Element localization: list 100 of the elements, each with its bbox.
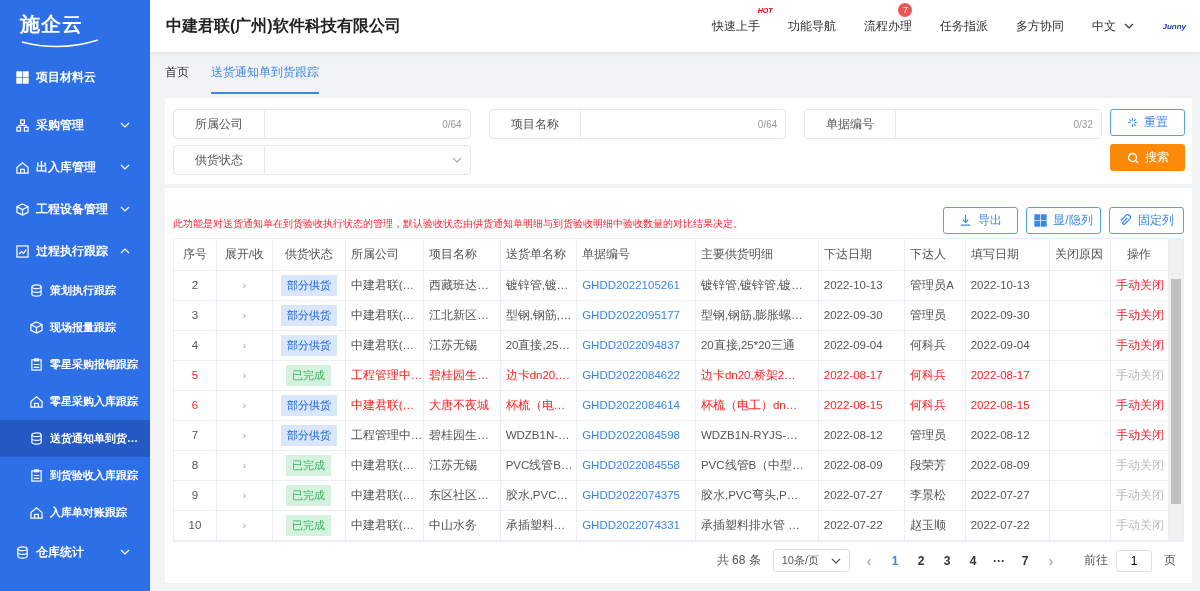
table-cell: 20直接,25…	[505, 338, 570, 351]
expand-toggle[interactable]: ›	[242, 399, 247, 411]
close-action-link[interactable]: 手动关闭	[1115, 338, 1164, 351]
nav-link[interactable]: 快速上手	[712, 17, 761, 35]
table-cell: 中山水务	[429, 518, 478, 531]
page-button[interactable]: ···	[992, 553, 1006, 568]
select-field[interactable]: 供货状态	[173, 145, 471, 175]
page-tab[interactable]: 首页	[165, 52, 189, 94]
scrollbar[interactable]	[1169, 239, 1183, 541]
input-field[interactable]: 项目名称 0/64	[488, 109, 787, 139]
nav-link[interactable]: 流程办理	[864, 17, 913, 35]
table-cell: 中建君联(…	[350, 278, 414, 291]
table-cell: 2022-08-17	[823, 369, 883, 381]
table-cell: 2022-09-30	[823, 309, 883, 321]
table-cell: 江北新区…	[429, 308, 489, 321]
page-size-select[interactable]: 10条/页	[772, 549, 850, 572]
document-link[interactable]: GHDD2022095177	[582, 309, 680, 321]
page-button[interactable]: 2	[914, 553, 928, 568]
table-cell: 2022-07-27	[970, 489, 1030, 501]
toolbar-button[interactable]: 显/隐列	[1026, 207, 1101, 234]
table-cell: 工程管理中…	[350, 428, 423, 441]
sidebar-subitem[interactable]: 现场报量跟踪	[0, 309, 150, 346]
chevron-down-icon	[831, 557, 841, 564]
reset-button[interactable]: 重置	[1110, 109, 1185, 136]
nav-link[interactable]: 功能导航	[788, 17, 837, 35]
document-link[interactable]: GHDD2022074375	[582, 489, 680, 501]
table-cell: 2	[191, 279, 199, 291]
company-title: 中建君联(广州)软件科技有限公司	[166, 15, 402, 36]
table-cell: 10	[188, 519, 202, 531]
page-input[interactable]: 1	[1116, 549, 1152, 572]
table-cell: 中建君联(…	[350, 338, 414, 351]
document-link[interactable]: GHDD2022105261	[582, 279, 680, 291]
expand-toggle[interactable]: ›	[242, 339, 247, 351]
search-button[interactable]: 搜索	[1110, 144, 1185, 171]
page-button[interactable]: 7	[1018, 553, 1032, 568]
sidebar-subitem[interactable]: 策划执行跟踪	[0, 272, 150, 309]
status-tag: 部分供货	[280, 334, 337, 356]
table-cell: 杯梳（电…	[505, 398, 566, 411]
sidebar-item[interactable]: 过程执行跟踪	[0, 230, 150, 272]
status-tag: 部分供货	[280, 424, 337, 446]
document-link[interactable]: GHDD2022074331	[582, 519, 680, 531]
app-logo: 施企云	[20, 11, 84, 37]
page-button[interactable]: 1	[888, 553, 902, 568]
expand-toggle[interactable]: ›	[242, 279, 247, 291]
table-cell: 碧桂园生…	[429, 428, 489, 441]
download-icon	[959, 214, 972, 227]
sidebar-subitem[interactable]: 零星采购入库跟踪	[0, 383, 150, 420]
document-link[interactable]: GHDD2022094837	[582, 339, 680, 351]
table-cell: 边卡dn20,桥架2…	[700, 368, 796, 381]
table-cell: 李景松	[910, 488, 947, 501]
close-action-link[interactable]: 手动关闭	[1115, 308, 1164, 321]
expand-toggle[interactable]: ›	[242, 429, 247, 441]
table-cell: 赵玉顺	[910, 518, 947, 531]
sidebar-item[interactable]: 仓库统计	[0, 531, 150, 573]
expand-toggle[interactable]: ›	[242, 309, 247, 321]
expand-toggle[interactable]: ›	[242, 489, 247, 501]
sidebar-subitem[interactable]: 入库单对账跟踪	[0, 494, 150, 531]
column-header: 供货状态	[272, 239, 346, 270]
page-tab[interactable]: 送货通知单到货跟踪	[211, 52, 319, 94]
sidebar-subitem[interactable]: 到货验收入库跟踪	[0, 457, 150, 494]
next-page-button[interactable]: ›	[1044, 552, 1058, 569]
sidebar-subitem[interactable]: 零星采购报销跟踪	[0, 346, 150, 383]
table-cell: 2022-09-04	[970, 339, 1030, 351]
expand-toggle[interactable]: ›	[242, 369, 247, 381]
column-header: 项目名称	[423, 239, 501, 270]
table-cell: 管理员	[910, 428, 947, 441]
document-link[interactable]: GHDD2022084558	[582, 459, 680, 471]
table-cell: 9	[191, 489, 199, 501]
sidebar-item[interactable]: 出入库管理	[0, 146, 150, 188]
column-header: 填写日期	[965, 239, 1050, 270]
total-count: 共 68 条	[716, 552, 761, 569]
input-field[interactable]: 所属公司 0/64	[173, 109, 471, 139]
page-button[interactable]: 3	[940, 553, 954, 568]
chevron-down-icon	[451, 157, 462, 163]
language-select[interactable]: 中文	[1092, 17, 1135, 35]
menu-icon	[30, 469, 43, 482]
prev-page-button[interactable]: ‹	[862, 552, 876, 569]
nav-link[interactable]: 任务指派	[940, 17, 989, 35]
toolbar-button[interactable]: 导出	[943, 207, 1018, 234]
close-action-link[interactable]: 手动关闭	[1115, 278, 1164, 291]
close-action-link[interactable]: 手动关闭	[1115, 398, 1164, 411]
menu-icon	[30, 284, 43, 297]
document-link[interactable]: GHDD2022084614	[582, 399, 680, 411]
sidebar-item[interactable]: 工程设备管理	[0, 188, 150, 230]
sidebar-item[interactable]: 采购管理	[0, 104, 150, 146]
page-button[interactable]: 4	[966, 553, 980, 568]
input-field[interactable]: 单据编号 0/32	[804, 109, 1102, 139]
expand-toggle[interactable]: ›	[242, 459, 247, 471]
sidebar-item[interactable]: 项目材料云	[0, 58, 150, 96]
document-link[interactable]: GHDD2022084598	[582, 429, 680, 441]
menu-icon	[30, 506, 43, 519]
nav-link[interactable]: 多方协同	[1016, 17, 1065, 35]
table-cell: 江苏无锡	[429, 458, 478, 471]
menu-icon	[16, 545, 29, 559]
document-link[interactable]: GHDD2022084622	[582, 369, 680, 381]
toolbar-button[interactable]: 固定列	[1109, 207, 1184, 234]
status-tag: 已完成	[286, 484, 332, 506]
expand-toggle[interactable]: ›	[242, 519, 247, 531]
sidebar-subitem[interactable]: 送货通知单到货…	[0, 420, 150, 457]
close-action-link[interactable]: 手动关闭	[1115, 428, 1164, 441]
